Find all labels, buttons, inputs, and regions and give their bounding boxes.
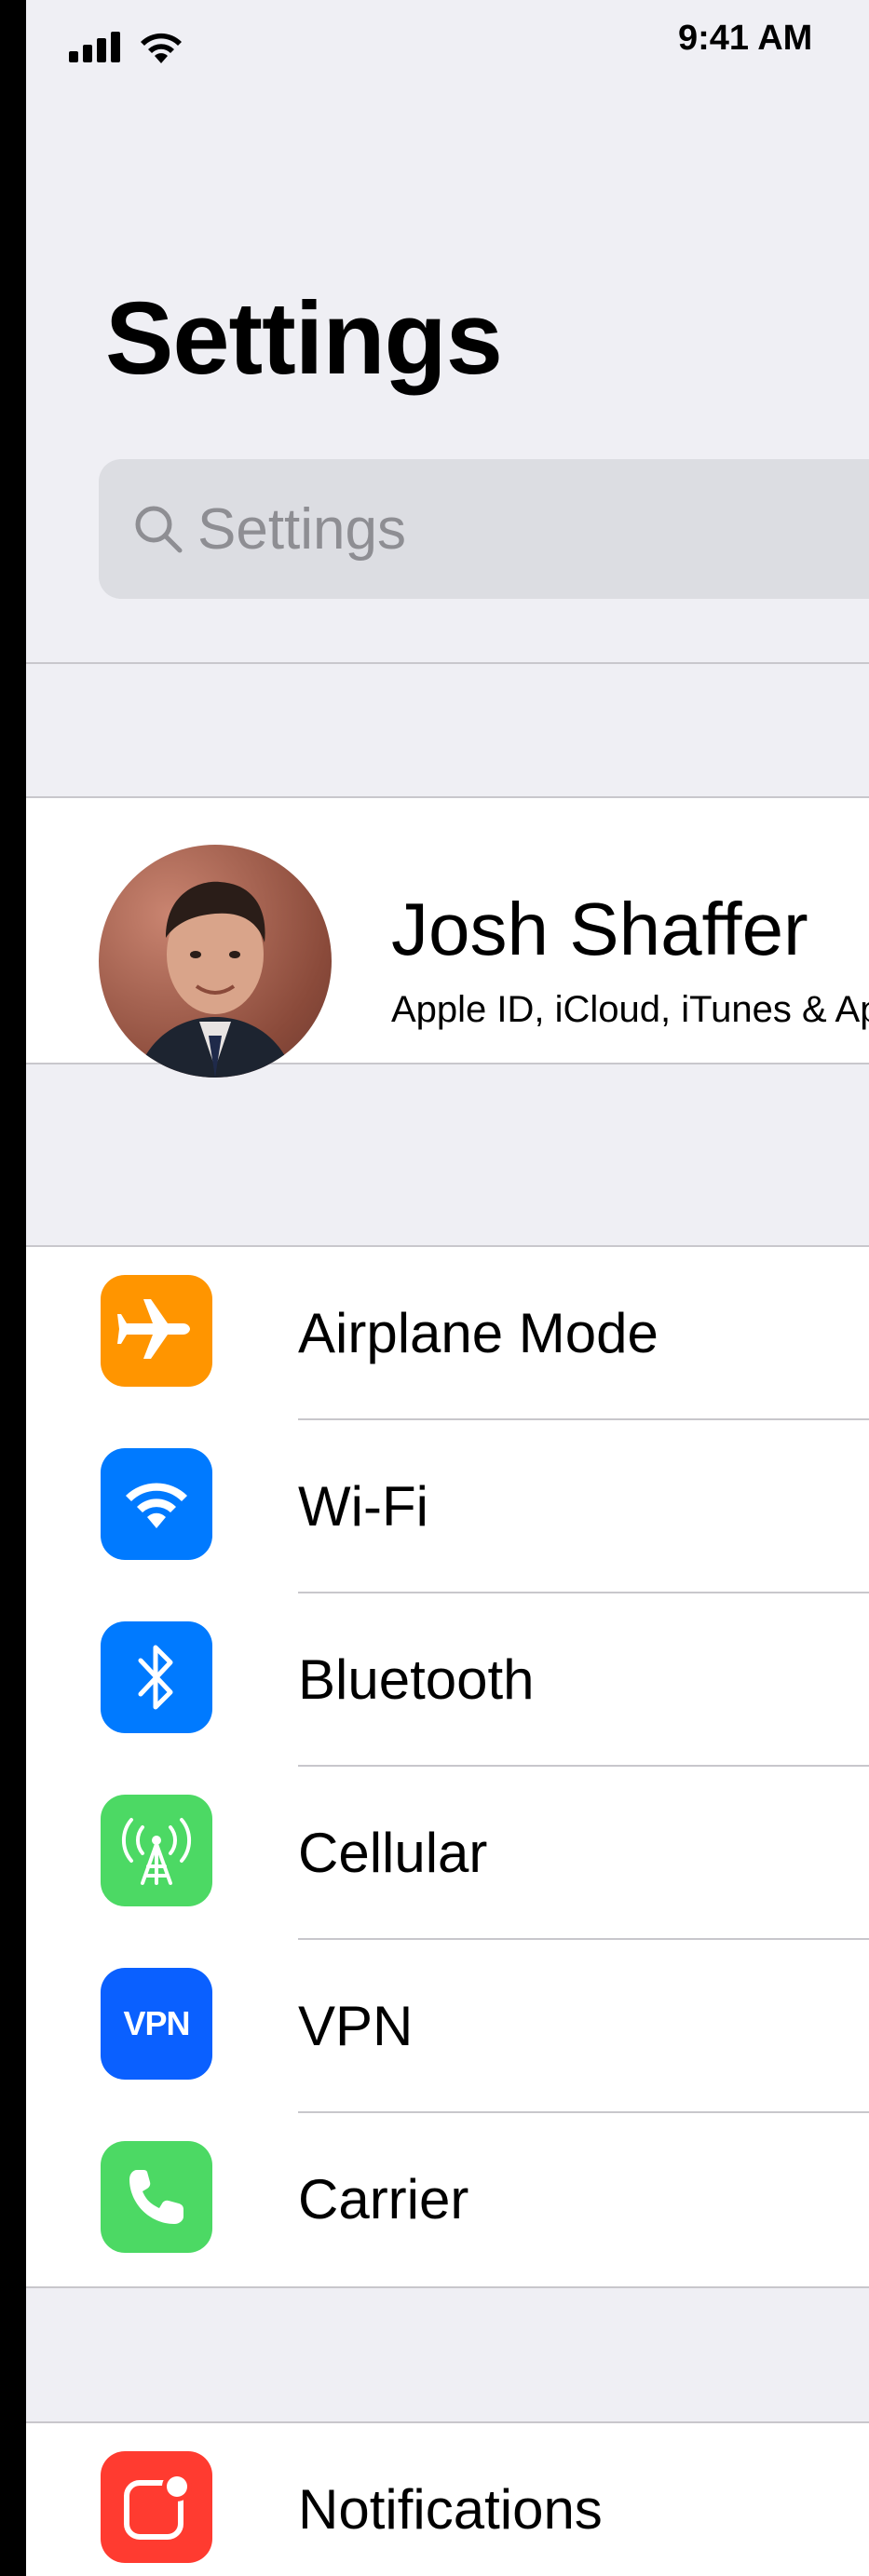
settings-row-bluetooth[interactable]: Bluetooth — [26, 1593, 869, 1767]
status-bar: 9:41 AM — [26, 0, 869, 102]
settings-row-label: Airplane Mode — [298, 1302, 659, 1364]
settings-row-label: Bluetooth — [298, 1648, 535, 1711]
settings-row-label: Carrier — [298, 2168, 469, 2230]
signal-bars-icon — [69, 32, 120, 62]
status-indicators — [67, 24, 184, 71]
settings-row-label: Notifications — [298, 2478, 603, 2541]
settings-row-vpn[interactable]: VPN VPN — [26, 1940, 869, 2113]
wifi-icon — [101, 1448, 212, 1560]
vpn-icon-text: VPN — [123, 2004, 190, 2042]
search-input[interactable] — [197, 495, 756, 563]
apple-id-profile-row[interactable]: Josh Shaffer Apple ID, iCloud, iTunes & … — [26, 796, 869, 1078]
notifications-icon — [101, 2451, 212, 2563]
settings-row-label: Wi-Fi — [298, 1475, 428, 1538]
profile-subtitle: Apple ID, iCloud, iTunes & App Store — [391, 989, 869, 1030]
page-title: Settings — [105, 281, 503, 396]
cellular-antenna-icon — [101, 1795, 212, 1906]
status-time: 9:41 AM — [678, 19, 813, 58]
settings-row-notifications[interactable]: Notifications — [26, 2423, 869, 2576]
section-separator — [26, 662, 869, 664]
settings-row-carrier[interactable]: Carrier — [26, 2113, 869, 2286]
airplane-icon — [101, 1275, 212, 1387]
settings-row-label: VPN — [298, 1995, 414, 2057]
vpn-icon: VPN — [101, 1968, 212, 2080]
notifications-settings-group: Notifications — [26, 2421, 869, 2576]
settings-row-airplane-mode[interactable]: Airplane Mode — [26, 1247, 869, 1420]
settings-screen: 9:41 AM Settings Josh Shaffer — [26, 0, 869, 2576]
connectivity-settings-group: Airplane Mode Wi-Fi Bluetooth Cellular V… — [26, 1245, 869, 2288]
avatar — [99, 845, 332, 1078]
profile-name: Josh Shaffer — [391, 888, 808, 970]
settings-row-cellular[interactable]: Cellular — [26, 1767, 869, 1940]
phone-icon — [101, 2141, 212, 2253]
wifi-status-icon — [141, 33, 182, 63]
search-icon — [132, 503, 184, 555]
settings-row-label: Cellular — [298, 1822, 488, 1884]
bluetooth-icon — [101, 1621, 212, 1733]
settings-row-wifi[interactable]: Wi-Fi — [26, 1420, 869, 1593]
search-bar[interactable] — [99, 459, 869, 599]
